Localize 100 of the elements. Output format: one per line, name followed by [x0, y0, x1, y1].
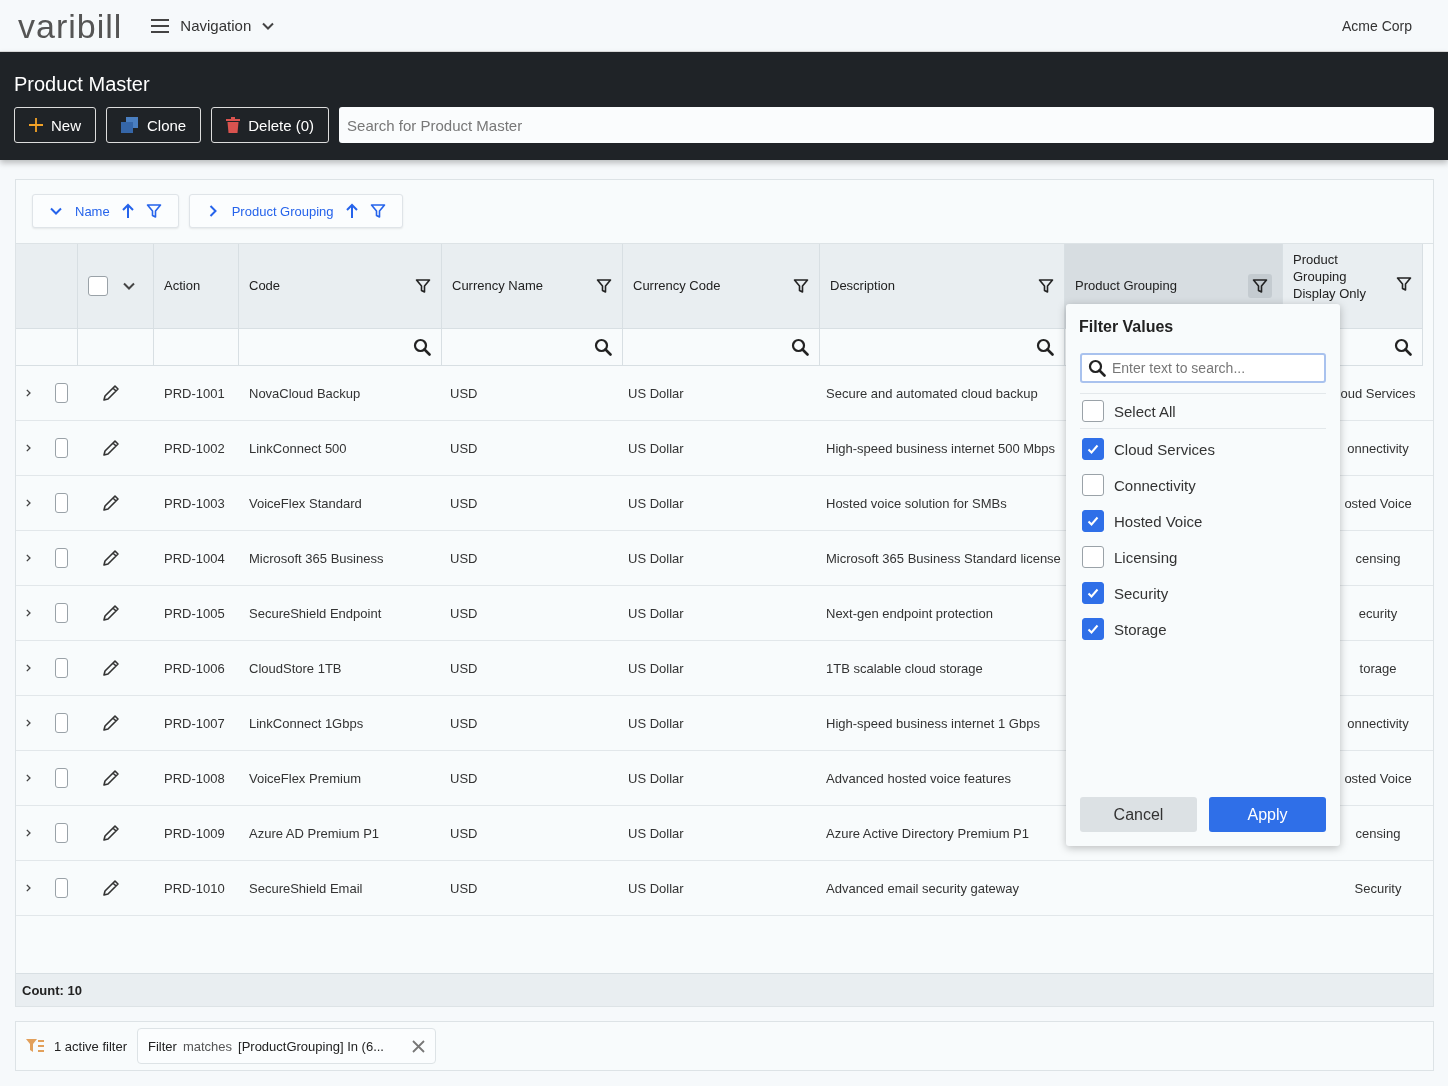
filter-icon[interactable] — [1038, 278, 1054, 294]
table-cell: Advanced hosted voice features — [826, 770, 1011, 786]
table-cell: osted Voice — [1344, 495, 1412, 511]
table-cell: Hosted voice solution for SMBs — [826, 495, 1007, 511]
cancel-button[interactable]: Cancel — [1080, 797, 1197, 832]
table-cell: VoiceFlex Standard — [249, 495, 362, 511]
close-icon[interactable] — [412, 1039, 425, 1053]
search-icon[interactable] — [1036, 338, 1054, 356]
pencil-icon[interactable] — [102, 824, 120, 842]
table-cell: Security — [1354, 880, 1402, 896]
pencil-icon[interactable] — [102, 549, 120, 567]
filter-option[interactable]: Cloud Services — [1080, 431, 1326, 467]
filter-option[interactable]: Storage — [1080, 611, 1326, 647]
search-icon[interactable] — [1394, 338, 1412, 356]
column-label: Currency Name — [452, 277, 545, 295]
filter-row-cell[interactable] — [442, 329, 623, 366]
row-checkbox[interactable] — [54, 878, 68, 898]
filter-icon[interactable] — [1248, 274, 1272, 298]
sort-ascending-icon[interactable] — [121, 203, 134, 219]
filter-option[interactable]: Hosted Voice — [1080, 503, 1326, 539]
column-header[interactable]: Currency Code — [623, 244, 820, 329]
filter-row-cell[interactable] — [239, 329, 442, 366]
column-header[interactable]: Code — [239, 244, 442, 329]
table-cell: US Dollar — [628, 605, 684, 621]
filter-row-cell[interactable] — [623, 329, 820, 366]
account-name[interactable]: Acme Corp — [1341, 17, 1412, 34]
checkbox[interactable] — [1082, 582, 1104, 604]
checkmark-icon — [1086, 514, 1100, 528]
table-cell: High-speed business internet 500 Mbps — [826, 440, 1056, 456]
table-cell: 1TB scalable cloud storage — [826, 660, 983, 676]
filter-icon[interactable] — [596, 278, 612, 294]
filter-icon[interactable] — [1396, 276, 1412, 292]
row-checkbox[interactable] — [54, 383, 68, 403]
search-icon[interactable] — [791, 338, 809, 356]
filter-row-cell[interactable] — [820, 329, 1065, 366]
delete-button[interactable]: Delete (0) — [211, 107, 330, 143]
trash-icon — [226, 117, 241, 133]
column-header[interactable]: Currency Name — [442, 244, 623, 329]
pencil-icon[interactable] — [102, 659, 120, 677]
table-cell: US Dollar — [628, 385, 684, 401]
group-chip[interactable]: Product Grouping — [188, 194, 403, 228]
select-all-option[interactable]: Select All — [1080, 393, 1326, 429]
checkbox[interactable] — [1082, 438, 1104, 460]
checkbox[interactable] — [1082, 400, 1104, 422]
row-checkbox[interactable] — [54, 658, 68, 678]
new-button[interactable]: New — [14, 107, 96, 143]
group-chip[interactable]: Name — [32, 194, 179, 228]
select-all-checkbox[interactable] — [88, 276, 108, 296]
pencil-icon[interactable] — [102, 494, 120, 512]
pencil-icon[interactable] — [102, 384, 120, 402]
table-cell: censing — [1355, 825, 1401, 841]
column-label: Product Grouping Display Only — [1293, 252, 1367, 303]
column-header[interactable]: Action — [154, 244, 239, 329]
pencil-icon[interactable] — [102, 439, 120, 457]
checkmark-icon — [1086, 442, 1100, 456]
filter-icon[interactable] — [415, 278, 431, 294]
logo[interactable]: varibill — [18, 8, 123, 43]
search-field[interactable]: Search for Product Master — [339, 107, 1434, 143]
filter-chip[interactable]: Filter matches [ProductGrouping] In (6... — [137, 1028, 436, 1064]
row-checkbox[interactable] — [54, 548, 68, 568]
pencil-icon[interactable] — [102, 879, 120, 897]
filter-option[interactable]: Licensing — [1080, 539, 1326, 575]
column-header[interactable]: Description — [820, 244, 1065, 329]
filter-row-cell[interactable] — [154, 329, 239, 366]
row-checkbox[interactable] — [54, 603, 68, 623]
pencil-icon[interactable] — [102, 604, 120, 622]
table-cell: Secure and automated cloud backup — [826, 385, 1038, 401]
filter-option[interactable]: Connectivity — [1080, 467, 1326, 503]
table-cell: PRD-1007 — [164, 715, 225, 731]
apply-button[interactable]: Apply — [1209, 797, 1326, 832]
navigation-menu[interactable]: Navigation — [150, 17, 276, 34]
row-checkbox[interactable] — [54, 768, 68, 788]
table-cell: onnectivity — [1347, 440, 1409, 456]
pencil-icon[interactable] — [102, 714, 120, 732]
filter-search-field[interactable]: Enter text to search... — [1080, 353, 1326, 383]
filter-icon[interactable] — [793, 278, 809, 294]
row-checkbox[interactable] — [54, 438, 68, 458]
checkbox[interactable] — [1082, 474, 1104, 496]
search-icon[interactable] — [413, 338, 431, 356]
table-cell: USD — [450, 550, 478, 566]
table-cell: Advanced email security gateway — [826, 880, 1019, 896]
clone-button[interactable]: Clone — [106, 107, 202, 143]
checkbox[interactable] — [1082, 618, 1104, 640]
table-cell: USD — [450, 440, 478, 456]
table-cell: CloudStore 1TB — [249, 660, 342, 676]
pencil-icon[interactable] — [102, 769, 120, 787]
sort-ascending-icon[interactable] — [345, 203, 358, 219]
table-cell: High-speed business internet 1 Gbps — [826, 715, 1040, 731]
table-cell: US Dollar — [628, 550, 684, 566]
search-icon[interactable] — [1088, 359, 1106, 377]
table-cell: SecureShield Endpoint — [249, 605, 382, 621]
row-checkbox[interactable] — [54, 823, 68, 843]
row-checkbox[interactable] — [54, 713, 68, 733]
table-cell: PRD-1006 — [164, 660, 225, 676]
checkbox[interactable] — [1082, 546, 1104, 568]
checkbox[interactable] — [1082, 510, 1104, 532]
row-checkbox[interactable] — [54, 493, 68, 513]
column-label: Action — [164, 277, 202, 295]
filter-option[interactable]: Security — [1080, 575, 1326, 611]
search-icon[interactable] — [594, 338, 612, 356]
